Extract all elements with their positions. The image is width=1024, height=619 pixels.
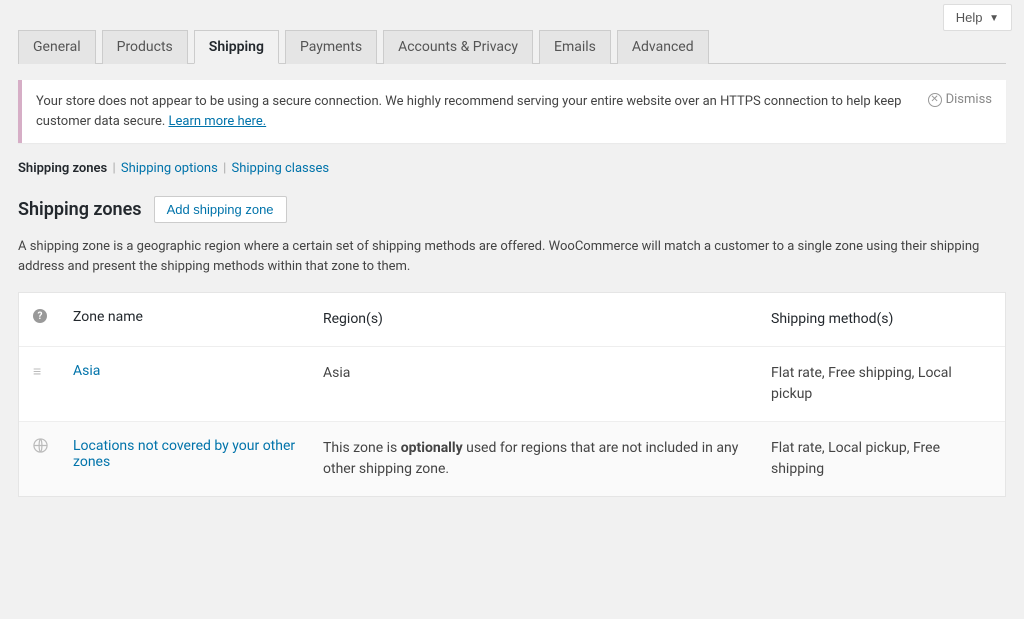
subnav-shipping-classes[interactable]: Shipping classes (231, 161, 329, 176)
subnav-shipping-zones[interactable]: Shipping zones (18, 161, 107, 176)
header-regions: Region(s) (323, 309, 771, 330)
page-heading: Shipping zones Add shipping zone (18, 196, 1006, 223)
zone-region-cell: This zone is optionally used for regions… (323, 438, 771, 480)
header-shipping-methods: Shipping method(s) (771, 309, 991, 330)
shipping-zones-table: ? Zone name Region(s) Shipping method(s)… (18, 292, 1006, 497)
table-row: ≡ Asia Asia Flat rate, Free shipping, Lo… (19, 347, 1005, 422)
caret-down-icon: ▼ (989, 13, 999, 24)
drag-icon: ≡ (33, 363, 42, 380)
page-title: Shipping zones (18, 199, 142, 220)
tab-emails[interactable]: Emails (539, 30, 611, 64)
tabs-wrapper: General Products Shipping Payments Accou… (18, 30, 1006, 64)
separator: | (223, 161, 226, 176)
tab-shipping[interactable]: Shipping (194, 30, 279, 64)
zone-link-uncovered[interactable]: Locations not covered by your other zone… (73, 438, 295, 470)
page-description: A shipping zone is a geographic region w… (18, 237, 1006, 276)
notice-link[interactable]: Learn more here. (169, 114, 267, 129)
security-notice: Your store does not appear to be using a… (18, 80, 1006, 143)
tab-accounts-privacy[interactable]: Accounts & Privacy (383, 30, 533, 64)
dismiss-label: Dismiss (946, 92, 992, 107)
help-icon[interactable]: ? (33, 309, 47, 323)
tab-products[interactable]: Products (102, 30, 188, 64)
zone-method-cell: Flat rate, Local pickup, Free shipping (771, 438, 991, 480)
zone-name-cell: Locations not covered by your other zone… (73, 438, 323, 470)
notice-message: Your store does not appear to be using a… (36, 94, 901, 129)
drag-handle-col[interactable]: ≡ (33, 363, 73, 380)
header-zone-name: Zone name (73, 309, 323, 325)
table-header-row: ? Zone name Region(s) Shipping method(s) (19, 293, 1005, 347)
table-row: Locations not covered by your other zone… (19, 422, 1005, 496)
zone-name-cell: Asia (73, 363, 323, 379)
zone-region-cell: Asia (323, 363, 771, 384)
header-icon-col: ? (33, 309, 73, 323)
icon-col (33, 438, 73, 457)
notice-text: Your store does not appear to be using a… (36, 92, 906, 131)
tab-payments[interactable]: Payments (285, 30, 377, 64)
region-text-strong: optionally (401, 440, 463, 456)
subnav-shipping-options[interactable]: Shipping options (121, 161, 218, 176)
zone-method-cell: Flat rate, Free shipping, Local pickup (771, 363, 991, 405)
help-label: Help (956, 10, 983, 25)
tabs: General Products Shipping Payments Accou… (18, 30, 1006, 63)
add-shipping-zone-button[interactable]: Add shipping zone (154, 196, 287, 223)
close-icon: ✕ (928, 93, 942, 107)
tab-general[interactable]: General (18, 30, 96, 64)
tab-advanced[interactable]: Advanced (617, 30, 709, 64)
globe-icon (33, 438, 48, 457)
dismiss-button[interactable]: ✕ Dismiss (928, 92, 992, 107)
help-button[interactable]: Help ▼ (943, 4, 1012, 31)
subnav: Shipping zones | Shipping options | Ship… (18, 161, 1006, 176)
region-text-pre: This zone is (323, 440, 401, 456)
separator: | (112, 161, 115, 176)
zone-link-asia[interactable]: Asia (73, 363, 100, 379)
